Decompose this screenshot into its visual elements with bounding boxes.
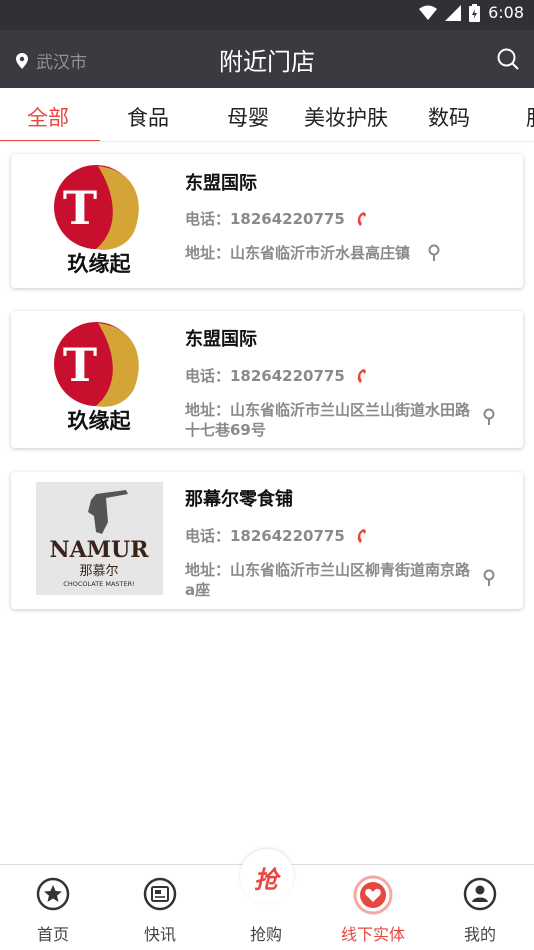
nav-home[interactable]: 首页 [0, 865, 106, 950]
status-time: 6:08 [488, 3, 524, 22]
store-phone[interactable]: 电话：18264220775 [185, 208, 367, 229]
store-address: 地址：山东省临沂市兰山区柳青街道南京路a座 [185, 561, 471, 599]
store-card[interactable]: NAMUR 那慕尔 CHOCOLATE MASTER! 那幕尔零食铺 电话：18… [11, 472, 523, 609]
phone-text: 电话：18264220775 [185, 527, 345, 545]
wifi-icon [419, 5, 438, 20]
store-phone[interactable]: 电话：18264220775 [185, 525, 367, 546]
heart-store-icon [353, 875, 393, 915]
phone-text: 电话：18264220775 [185, 210, 345, 228]
user-icon [463, 877, 497, 911]
grab-icon: 抢 [246, 859, 286, 899]
nav-offline-store-label: 线下实体 [340, 925, 405, 944]
store-name: 东盟国际 [185, 329, 257, 350]
bottom-navigation: 首页 快讯 抢 抢购 线下实体 我的 [0, 849, 534, 950]
store-logo: NAMUR 那慕尔 CHOCOLATE MASTER! [36, 482, 163, 595]
nav-grab-label: 抢购 [249, 925, 282, 944]
map-pin-icon[interactable] [427, 244, 441, 262]
nav-offline-store[interactable]: 线下实体 [320, 865, 426, 950]
svg-text:玖缘起: 玖缘起 [68, 409, 132, 432]
svg-text:玖缘起: 玖缘起 [68, 252, 132, 275]
tab-mother-baby[interactable]: 母婴 [227, 102, 269, 132]
store-name: 那幕尔零食铺 [185, 489, 293, 510]
store-logo: T 玖缘起 [54, 322, 139, 432]
store-name: 东盟国际 [185, 173, 257, 194]
tab-digital[interactable]: 数码 [428, 102, 470, 132]
tab-clothing[interactable]: 服 [526, 102, 534, 132]
signal-icon [445, 4, 462, 21]
map-pin-icon[interactable] [482, 569, 496, 587]
phone-icon [357, 211, 366, 226]
phone-icon [357, 368, 366, 383]
active-tab-indicator [0, 140, 100, 141]
store-phone[interactable]: 电话：18264220775 [185, 365, 367, 386]
svg-text:CHOCOLATE MASTER!: CHOCOLATE MASTER! [63, 580, 134, 588]
search-icon[interactable] [496, 47, 520, 71]
nav-news[interactable]: 快讯 [107, 865, 213, 950]
phone-text: 电话：18264220775 [185, 367, 345, 385]
battery-icon [469, 3, 481, 22]
nav-mine-label: 我的 [463, 925, 496, 944]
status-bar: 6:08 [0, 0, 534, 30]
store-card[interactable]: T 玖缘起 东盟国际 电话：18264220775 地址：山东省临沂市沂水县高庄… [11, 154, 523, 288]
nav-grab[interactable]: 抢 抢购 [213, 859, 319, 950]
header-bar: 武汉市 附近门店 [0, 30, 534, 88]
category-tabs: 全部 食品 母婴 美妆护肤 数码 服 [0, 88, 534, 142]
map-pin-icon[interactable] [482, 408, 496, 426]
tab-all[interactable]: 全部 [27, 102, 69, 132]
tab-food[interactable]: 食品 [127, 102, 169, 132]
nav-home-label: 首页 [36, 925, 69, 944]
store-address: 地址：山东省临沂市兰山区兰山街道水田路十七巷69号 [185, 401, 471, 439]
phone-icon [357, 528, 366, 543]
svg-text:T: T [63, 181, 97, 235]
store-card[interactable]: T 玖缘起 东盟国际 电话：18264220775 地址：山东省临沂市兰山区兰山… [11, 311, 523, 448]
svg-text:抢: 抢 [254, 866, 282, 894]
nav-mine[interactable]: 我的 [427, 865, 533, 950]
svg-text:那慕尔: 那慕尔 [79, 564, 118, 579]
page-title: 附近门店 [219, 48, 315, 76]
star-icon [36, 877, 70, 911]
store-logo: T 玖缘起 [54, 165, 139, 275]
svg-text:NAMUR: NAMUR [50, 537, 150, 563]
svg-text:T: T [63, 338, 97, 392]
news-icon [143, 877, 177, 911]
nav-news-label: 快讯 [143, 925, 176, 944]
tab-beauty[interactable]: 美妆护肤 [304, 102, 388, 132]
